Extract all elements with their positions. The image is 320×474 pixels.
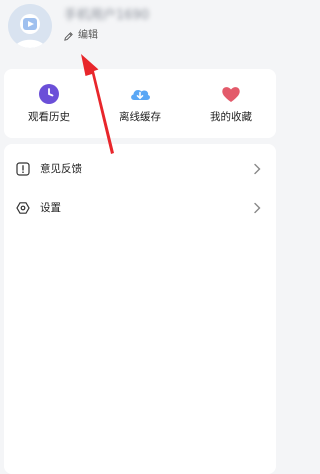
cloud-download-icon bbox=[131, 89, 150, 100]
chevron-right-icon bbox=[254, 163, 261, 175]
quick-actions-card: 观看历史 离线缓存 我的收藏 bbox=[4, 69, 276, 138]
username: 手机用户1690 bbox=[64, 8, 150, 23]
watch-history-button[interactable]: 观看历史 bbox=[4, 69, 94, 138]
chevron-right-icon bbox=[254, 202, 261, 214]
heart-icon bbox=[222, 87, 240, 102]
menu-item-label: 意见反馈 bbox=[40, 163, 82, 175]
menu-item-label: 设置 bbox=[40, 202, 61, 214]
edit-label: 编辑 bbox=[78, 30, 98, 41]
profile-header: 手机用户1690 编辑 bbox=[0, 0, 280, 66]
menu-item-feedback[interactable]: 意见反馈 bbox=[4, 150, 276, 188]
my-favorites-button[interactable]: 我的收藏 bbox=[186, 69, 276, 138]
clock-icon bbox=[39, 84, 59, 104]
edit-profile-button[interactable]: 编辑 bbox=[63, 29, 98, 43]
feedback-icon bbox=[16, 162, 30, 176]
offline-cache-button[interactable]: 离线缓存 bbox=[95, 69, 185, 138]
pencil-icon bbox=[64, 31, 73, 41]
my-favorites-label: 我的收藏 bbox=[210, 111, 252, 123]
avatar[interactable] bbox=[8, 4, 52, 48]
avatar-play-icon bbox=[8, 4, 52, 48]
watch-history-label: 观看历史 bbox=[28, 111, 70, 123]
settings-icon bbox=[16, 202, 30, 214]
menu-item-settings[interactable]: 设置 bbox=[4, 189, 276, 227]
offline-cache-label: 离线缓存 bbox=[119, 111, 161, 123]
menu-card: 意见反馈 设置 bbox=[4, 144, 276, 474]
